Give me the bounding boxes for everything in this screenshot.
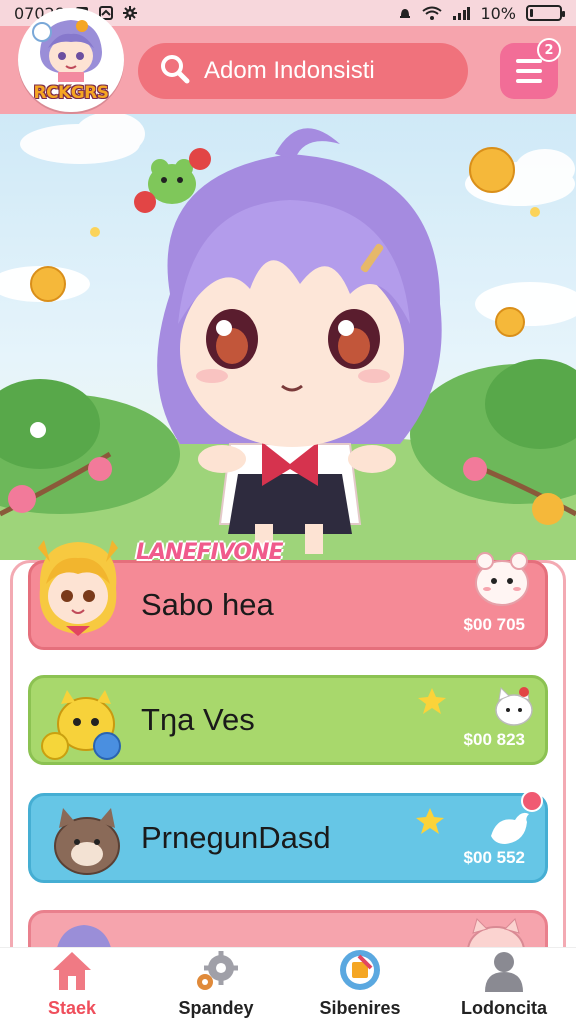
list-item-card[interactable]: Tŋa Ves $00 823 (28, 675, 548, 765)
logo-text: RCKGRS (33, 83, 109, 103)
card-price: $00 705 (463, 615, 525, 634)
home-icon (49, 948, 95, 992)
search-input[interactable]: Adom Indonsisti (204, 57, 375, 85)
battery-percent: 10% (480, 3, 516, 23)
star-icon (418, 688, 446, 714)
nav-item-spandey[interactable]: Spandey (144, 948, 288, 1025)
hamburger-icon (516, 59, 542, 63)
nav-label: Lodoncita (461, 998, 547, 1018)
person-icon (481, 948, 527, 992)
badge-icon (337, 948, 383, 992)
nav-item-sibenires[interactable]: Sibenires (288, 948, 432, 1025)
wifi-icon (422, 6, 443, 20)
section-label: LANEFIVONE (136, 540, 283, 565)
app-logo[interactable]: RCKGRS (18, 8, 124, 112)
nav-item-staek[interactable]: Staek (0, 948, 144, 1025)
nav-label: Sibenires (319, 998, 401, 1018)
bunny-icon (475, 552, 529, 606)
signal-icon (452, 6, 471, 20)
card-price: $00 552 (463, 848, 525, 867)
alarm-icon (398, 6, 412, 20)
star-icon (416, 808, 444, 834)
nav-label: Spandey (178, 998, 254, 1018)
menu-badge: 2 (537, 38, 561, 62)
kitty-icon (495, 686, 533, 726)
settings-icon (122, 6, 137, 20)
card-price: $00 823 (463, 730, 525, 749)
nav-item-lodoncita[interactable]: Lodoncita (432, 948, 576, 1025)
search-bar[interactable]: Adom Indonsisti (138, 43, 468, 99)
hero-banner (0, 114, 576, 560)
brown-cat-icon (54, 808, 120, 875)
card-title: Sabo hea (141, 587, 274, 622)
character-illustration (0, 114, 576, 560)
alert-badge (521, 790, 543, 812)
gears-icon (193, 948, 239, 992)
bottom-navigation: Staek Spandey Sibenires Lodoncita (0, 947, 576, 1025)
yellow-cat-icon (41, 690, 121, 760)
bird-icon (491, 812, 529, 844)
list-item-card[interactable]: PrnegunDasd $00 552 (28, 790, 548, 883)
card-title: PrnegunDasd (141, 820, 331, 855)
nav-label: Staek (47, 998, 97, 1018)
card-title: Tŋa Ves (141, 702, 255, 737)
battery-icon (526, 5, 565, 21)
search-icon (160, 54, 190, 88)
blonde-girl-icon (38, 540, 118, 636)
